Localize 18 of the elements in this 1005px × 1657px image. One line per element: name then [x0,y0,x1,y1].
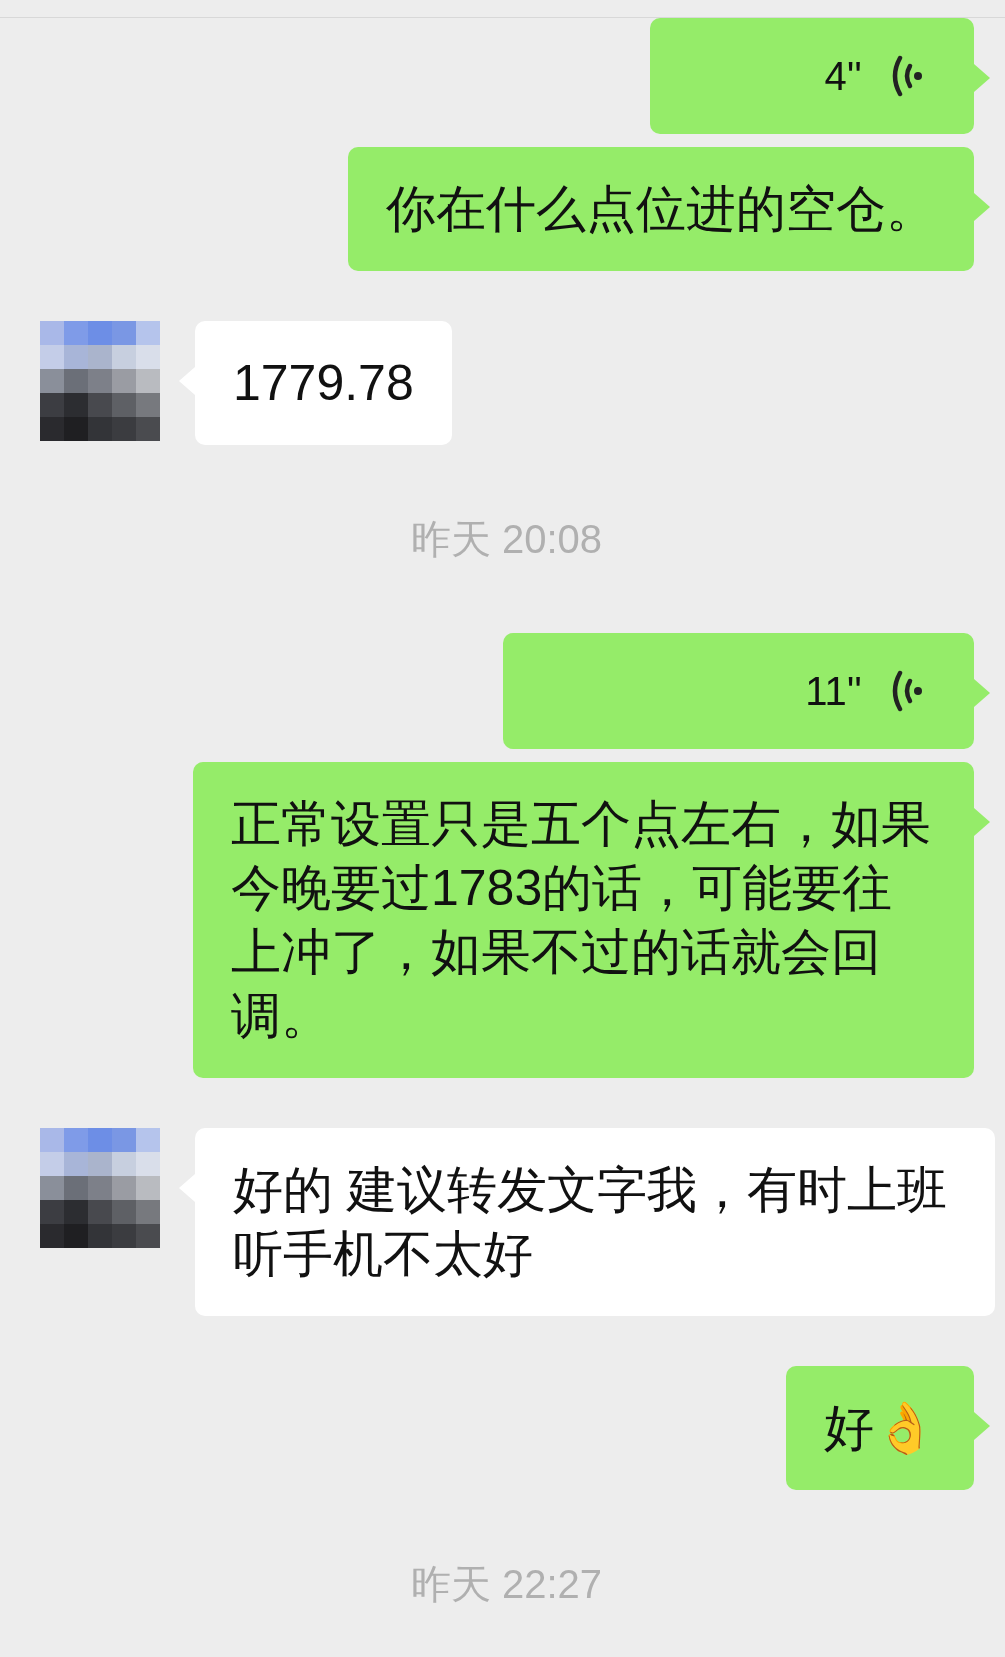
voice-duration: 4'' [824,53,862,100]
bubble-tail [974,64,990,92]
bubble-tail [974,193,990,221]
avatar[interactable] [40,1128,160,1248]
voice-message[interactable]: 4'' [650,18,974,134]
avatar[interactable] [40,321,160,441]
bubble-tail [974,808,990,836]
timestamp: 昨天 20:08 [409,516,603,563]
timestamp: 昨天 22:27 [409,1561,603,1608]
bubble-tail [974,1412,990,1440]
message-bubble: 1779.78 [195,321,452,445]
voice-duration: 11'' [805,668,862,715]
message-bubble: 好的 建议转发文字我，有时上班听手机不太好 [195,1128,995,1316]
voice-message[interactable]: 11'' [503,633,974,749]
message-bubble: 正常设置只是五个点左右，如果今晚要过1783的话，可能要往上冲了，如果不过的话就会回调。 [193,762,974,1078]
message-bubble: 好👌 [786,1366,974,1490]
bubble-tail [974,679,990,707]
message-bubble: 你在什么点位进的空仓。 [348,147,974,271]
